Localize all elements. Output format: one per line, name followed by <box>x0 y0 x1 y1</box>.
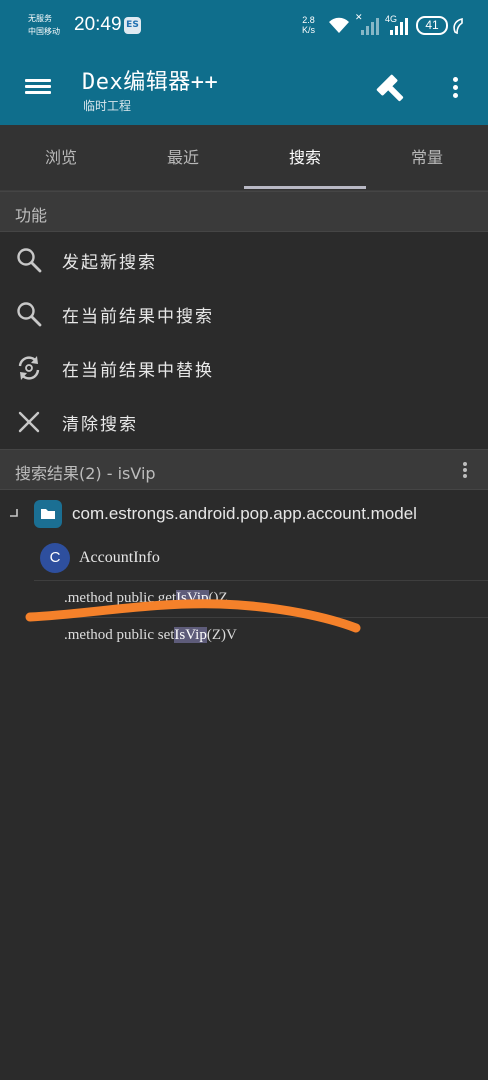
search-icon <box>17 302 42 327</box>
method-signature: .method public getIsVip()Z <box>64 590 228 607</box>
section-title: 功能 <box>15 206 48 225</box>
match-highlight: IsVip <box>174 627 207 643</box>
dot <box>463 474 467 478</box>
tab-constants[interactable]: 常量 <box>366 125 488 191</box>
clear-search-item[interactable]: 清除搜索 <box>0 395 488 449</box>
class-badge-icon: C <box>40 543 70 573</box>
package-folder-icon <box>34 500 62 528</box>
more-options-button[interactable] <box>444 74 466 104</box>
hammer-icon[interactable] <box>372 70 410 108</box>
carrier-info: 无服务 中国移动 <box>28 12 60 38</box>
dot <box>452 77 458 82</box>
app-title: Dex编辑器++ <box>82 70 219 95</box>
dot <box>452 85 458 90</box>
dot <box>463 462 467 466</box>
close-icon <box>18 411 40 433</box>
project-subtitle: 临时工程 <box>83 99 132 113</box>
tab-bar: 浏览 最近 搜索 常量 <box>0 125 488 191</box>
speed-value: 2.8 <box>302 15 315 25</box>
search-in-results-item[interactable]: 在当前结果中搜索 <box>0 287 488 341</box>
hamburger-line <box>25 79 51 82</box>
tab-search[interactable]: 搜索 <box>244 125 366 191</box>
replace-icon <box>18 356 40 380</box>
functions-header: 功能 <box>0 191 488 232</box>
new-search-item[interactable]: 发起新搜索 <box>0 233 488 287</box>
hamburger-line <box>25 85 51 88</box>
hamburger-line <box>25 91 51 94</box>
app-notification-icon: ES <box>124 17 141 34</box>
tab-browse[interactable]: 浏览 <box>0 125 122 191</box>
results-title: 搜索结果(2) - isVip <box>15 464 156 483</box>
speed-unit: K/s <box>302 25 316 35</box>
wifi-icon <box>329 17 349 33</box>
app-bar: Dex编辑器++ 临时工程 <box>0 52 488 125</box>
search-in-results-label: 在当前结果中搜索 <box>62 307 214 327</box>
method-result-set[interactable]: .method public setIsVip(Z)V <box>0 618 488 654</box>
package-name[interactable]: com.estrongs.android.pop.app.account.mod… <box>72 504 417 524</box>
status-bar: 无服务 中国移动 20:49 ES 2.8 K/s ✕ 4G 41 <box>0 0 488 52</box>
replace-in-results-item[interactable]: 在当前结果中替换 <box>0 341 488 395</box>
new-search-label: 发起新搜索 <box>62 253 157 273</box>
results-more-button[interactable] <box>455 460 475 482</box>
signal-bars-icon <box>390 18 408 35</box>
method-suffix: ()Z <box>208 590 228 606</box>
clear-search-label: 清除搜索 <box>62 415 138 435</box>
collapse-arrow-icon[interactable] <box>9 508 19 518</box>
method-prefix: .method public set <box>64 627 175 643</box>
dot <box>463 468 467 472</box>
dot <box>452 93 458 98</box>
search-icon <box>17 248 42 273</box>
carrier-line-2: 中国移动 <box>28 27 60 36</box>
signal-bars-icon <box>361 18 379 35</box>
method-suffix: (Z)V <box>206 627 237 643</box>
tab-recent[interactable]: 最近 <box>122 125 244 191</box>
carrier-line-1: 无服务 <box>28 14 52 23</box>
power-saving-icon <box>453 18 463 34</box>
active-tab-indicator <box>244 186 366 189</box>
results-header: 搜索结果(2) - isVip <box>0 449 488 490</box>
menu-button[interactable] <box>20 74 56 104</box>
method-signature: .method public setIsVip(Z)V <box>64 627 237 644</box>
match-highlight: IsVip <box>176 590 209 606</box>
folder-icon <box>41 509 55 519</box>
method-result-get[interactable]: .method public getIsVip()Z <box>0 581 488 617</box>
network-speed: 2.8 K/s <box>302 15 315 35</box>
clock: 20:49 <box>74 14 122 35</box>
method-prefix: .method public get <box>64 590 177 606</box>
class-name[interactable]: AccountInfo <box>79 549 160 567</box>
battery-indicator: 41 <box>416 16 448 35</box>
replace-in-results-label: 在当前结果中替换 <box>62 361 214 381</box>
